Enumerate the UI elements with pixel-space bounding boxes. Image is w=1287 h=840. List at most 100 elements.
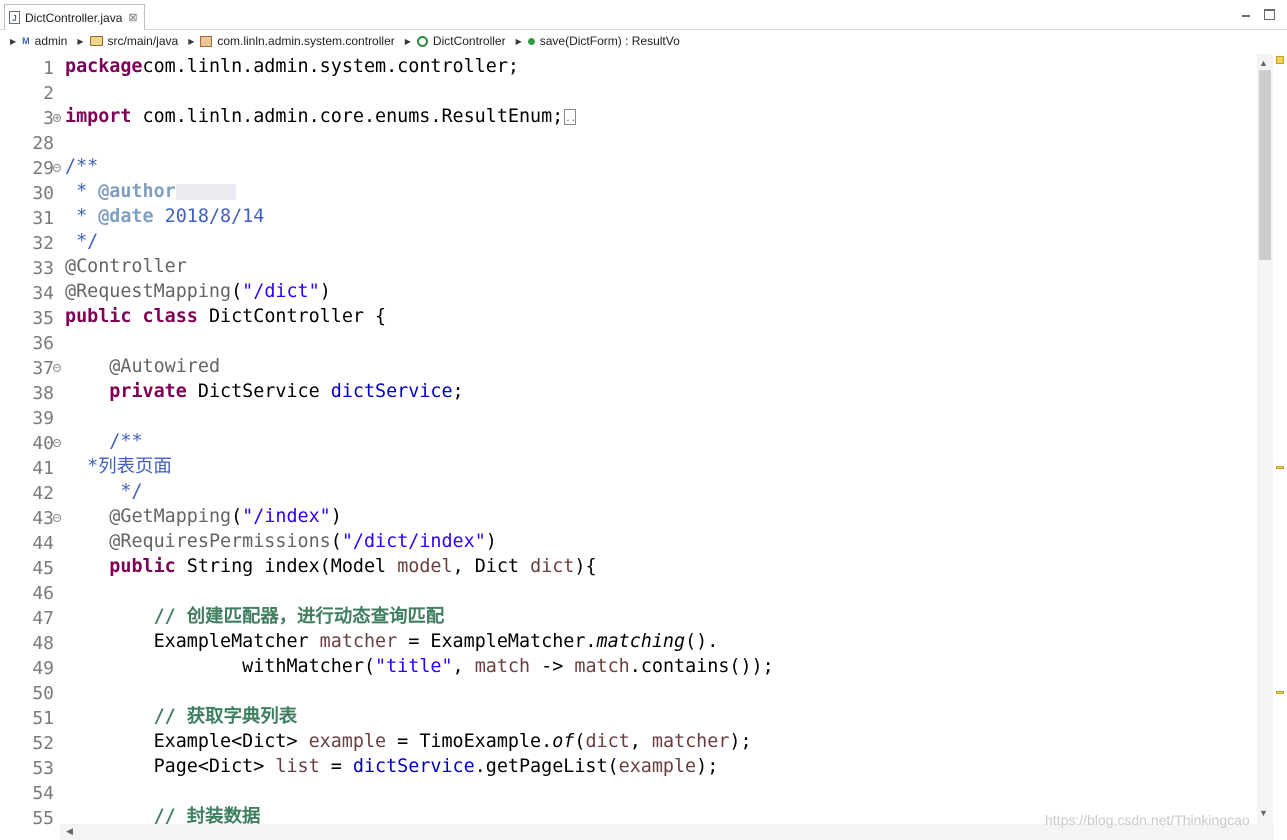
- code-line[interactable]: // 创建匹配器，进行动态查询匹配: [65, 604, 445, 629]
- code-line[interactable]: private DictService dictService;: [65, 379, 463, 404]
- code-token: ): [319, 281, 331, 302]
- code-line[interactable]: /**: [65, 154, 98, 179]
- breadcrumb-item[interactable]: ▶ com.linln.admin.system.controller: [186, 34, 403, 48]
- breadcrumb-item[interactable]: ▶ DictController: [403, 34, 514, 48]
- code-token: @Autowired: [109, 356, 221, 377]
- code-line[interactable]: Example<Dict> example = TimoExample.of(d…: [65, 729, 752, 754]
- line-number: 2: [43, 83, 54, 104]
- code-token: /**: [109, 431, 143, 452]
- code-line[interactable]: import com.linln.admin.core.enums.Result…: [65, 104, 577, 129]
- code-token: (: [330, 531, 342, 552]
- warning-marker[interactable]: [1276, 691, 1284, 694]
- breadcrumb-item[interactable]: ▶ Madmin: [8, 34, 75, 48]
- editor-tab[interactable]: J DictController.java ⊠: [4, 4, 145, 30]
- breadcrumb-label: com.linln.admin.system.controller: [217, 34, 395, 48]
- code-token: @author: [98, 181, 176, 202]
- breadcrumb-arrow-icon[interactable]: ▶: [516, 37, 522, 46]
- warning-marker[interactable]: [1276, 466, 1284, 469]
- breadcrumb-arrow-icon[interactable]: ▶: [77, 37, 83, 46]
- code-token: (: [231, 506, 243, 527]
- code-token: "title": [375, 656, 453, 677]
- code-token: ): [485, 531, 497, 552]
- code-line[interactable]: // 获取字典列表: [65, 704, 298, 729]
- close-icon[interactable]: ⊠: [128, 11, 137, 24]
- line-number: 1: [43, 58, 54, 79]
- code-token: model: [397, 556, 453, 577]
- line-number: 53: [32, 758, 54, 779]
- tab-title: DictController.java: [25, 10, 123, 25]
- scroll-left-icon[interactable]: ◀: [66, 826, 73, 837]
- code-line[interactable]: Page<Dict> list = dictService.getPageLis…: [65, 754, 719, 779]
- code-token: import: [65, 106, 132, 127]
- code-line[interactable]: @GetMapping("/index"): [65, 504, 342, 529]
- code-line[interactable]: public class DictController {: [65, 304, 386, 329]
- line-number: 31: [32, 208, 54, 229]
- code-line[interactable]: @RequestMapping("/dict"): [65, 279, 331, 304]
- code-token: ,: [452, 656, 475, 677]
- line-number: 29: [32, 158, 54, 179]
- fold-collapse-icon[interactable]: −: [53, 439, 61, 447]
- code-line[interactable]: public String index(Model model, Dict di…: [65, 554, 597, 579]
- redacted-text: [175, 184, 236, 200]
- code-token: example: [618, 756, 697, 777]
- code-line[interactable]: ExampleMatcher matcher = ExampleMatcher.…: [65, 629, 719, 654]
- code-line[interactable]: packagecom.linln.admin.system.controller…: [65, 54, 519, 79]
- breadcrumb-arrow-icon[interactable]: ▶: [405, 37, 411, 46]
- code-token: ,: [629, 731, 652, 752]
- code-token: matching: [596, 631, 686, 652]
- breadcrumb-arrow-icon[interactable]: ▶: [188, 37, 194, 46]
- fold-collapse-icon[interactable]: −: [53, 514, 61, 522]
- code-line[interactable]: * @date 2018/8/14: [65, 204, 264, 229]
- java-file-icon: J: [9, 11, 20, 24]
- code-token: example: [308, 731, 387, 752]
- code-token: ){: [574, 556, 597, 577]
- collapsed-imports-icon[interactable]: ..: [564, 109, 577, 125]
- code-token: */: [65, 231, 99, 252]
- code-line[interactable]: @Controller: [65, 254, 187, 279]
- code-token: list: [275, 756, 320, 777]
- line-number-ruler: 1 2 3 +28 29−30 31 32 33 34 35 36 37−38 39 40−41 42 43−…: [0, 54, 61, 829]
- line-number: 28: [32, 133, 54, 154]
- code-line[interactable]: */: [65, 479, 142, 504]
- code-line[interactable]: @RequiresPermissions("/dict/index"): [65, 529, 497, 554]
- code-line[interactable]: */: [65, 229, 98, 254]
- code-token: "/dict/index": [341, 531, 486, 552]
- breadcrumb-item[interactable]: ▶ save(DictForm) : ResultVo: [514, 34, 688, 48]
- scroll-up-icon[interactable]: ▲: [1259, 58, 1268, 68]
- fold-collapse-icon[interactable]: −: [53, 364, 61, 372]
- fold-collapse-icon[interactable]: −: [53, 164, 61, 172]
- code-token: class: [142, 306, 198, 327]
- code-token: com.linln.admin.core.enums.ResultEnum;: [131, 106, 564, 127]
- code-token: // 获取字典列表: [153, 706, 298, 727]
- line-number: 44: [32, 533, 54, 554]
- code-token: String index(Model: [175, 556, 398, 577]
- code-token: dictService: [352, 756, 475, 777]
- breadcrumb-item[interactable]: ▶ src/main/java: [75, 34, 186, 48]
- vertical-scrollbar-thumb[interactable]: [1259, 70, 1271, 260]
- line-number: 47: [32, 608, 54, 629]
- breadcrumb-label: admin: [34, 34, 68, 48]
- code-line[interactable]: @Autowired: [65, 354, 220, 379]
- code-line[interactable]: /**: [65, 429, 143, 454]
- overview-status-icon[interactable]: [1276, 56, 1284, 64]
- project-icon: M: [22, 36, 30, 46]
- code-editor[interactable]: 1 2 3 +28 29−30 31 32 33 34 35 36 37−38 39 40−41 42 43−…: [0, 52, 1287, 829]
- fold-expand-icon[interactable]: +: [53, 114, 61, 122]
- code-token: dict: [530, 556, 575, 577]
- scroll-down-icon[interactable]: ▼: [1259, 808, 1268, 818]
- line-number: 39: [32, 408, 54, 429]
- code-token: *: [65, 181, 99, 202]
- breadcrumb-label: save(DictForm) : ResultVo: [539, 34, 680, 48]
- code-line[interactable]: withMatcher("title", match -> match.cont…: [65, 654, 774, 679]
- package-icon: [200, 35, 213, 47]
- code-line[interactable]: *列表页面: [65, 454, 172, 479]
- code-token: matcher: [319, 631, 398, 652]
- breadcrumb-arrow-icon[interactable]: ▶: [10, 37, 16, 46]
- code-token: public: [109, 556, 176, 577]
- class-icon: [416, 35, 428, 47]
- code-token: withMatcher(: [65, 656, 376, 677]
- minimize-icon[interactable]: [1241, 9, 1252, 20]
- maximize-icon[interactable]: [1264, 9, 1275, 20]
- code-line[interactable]: * @author: [65, 179, 236, 204]
